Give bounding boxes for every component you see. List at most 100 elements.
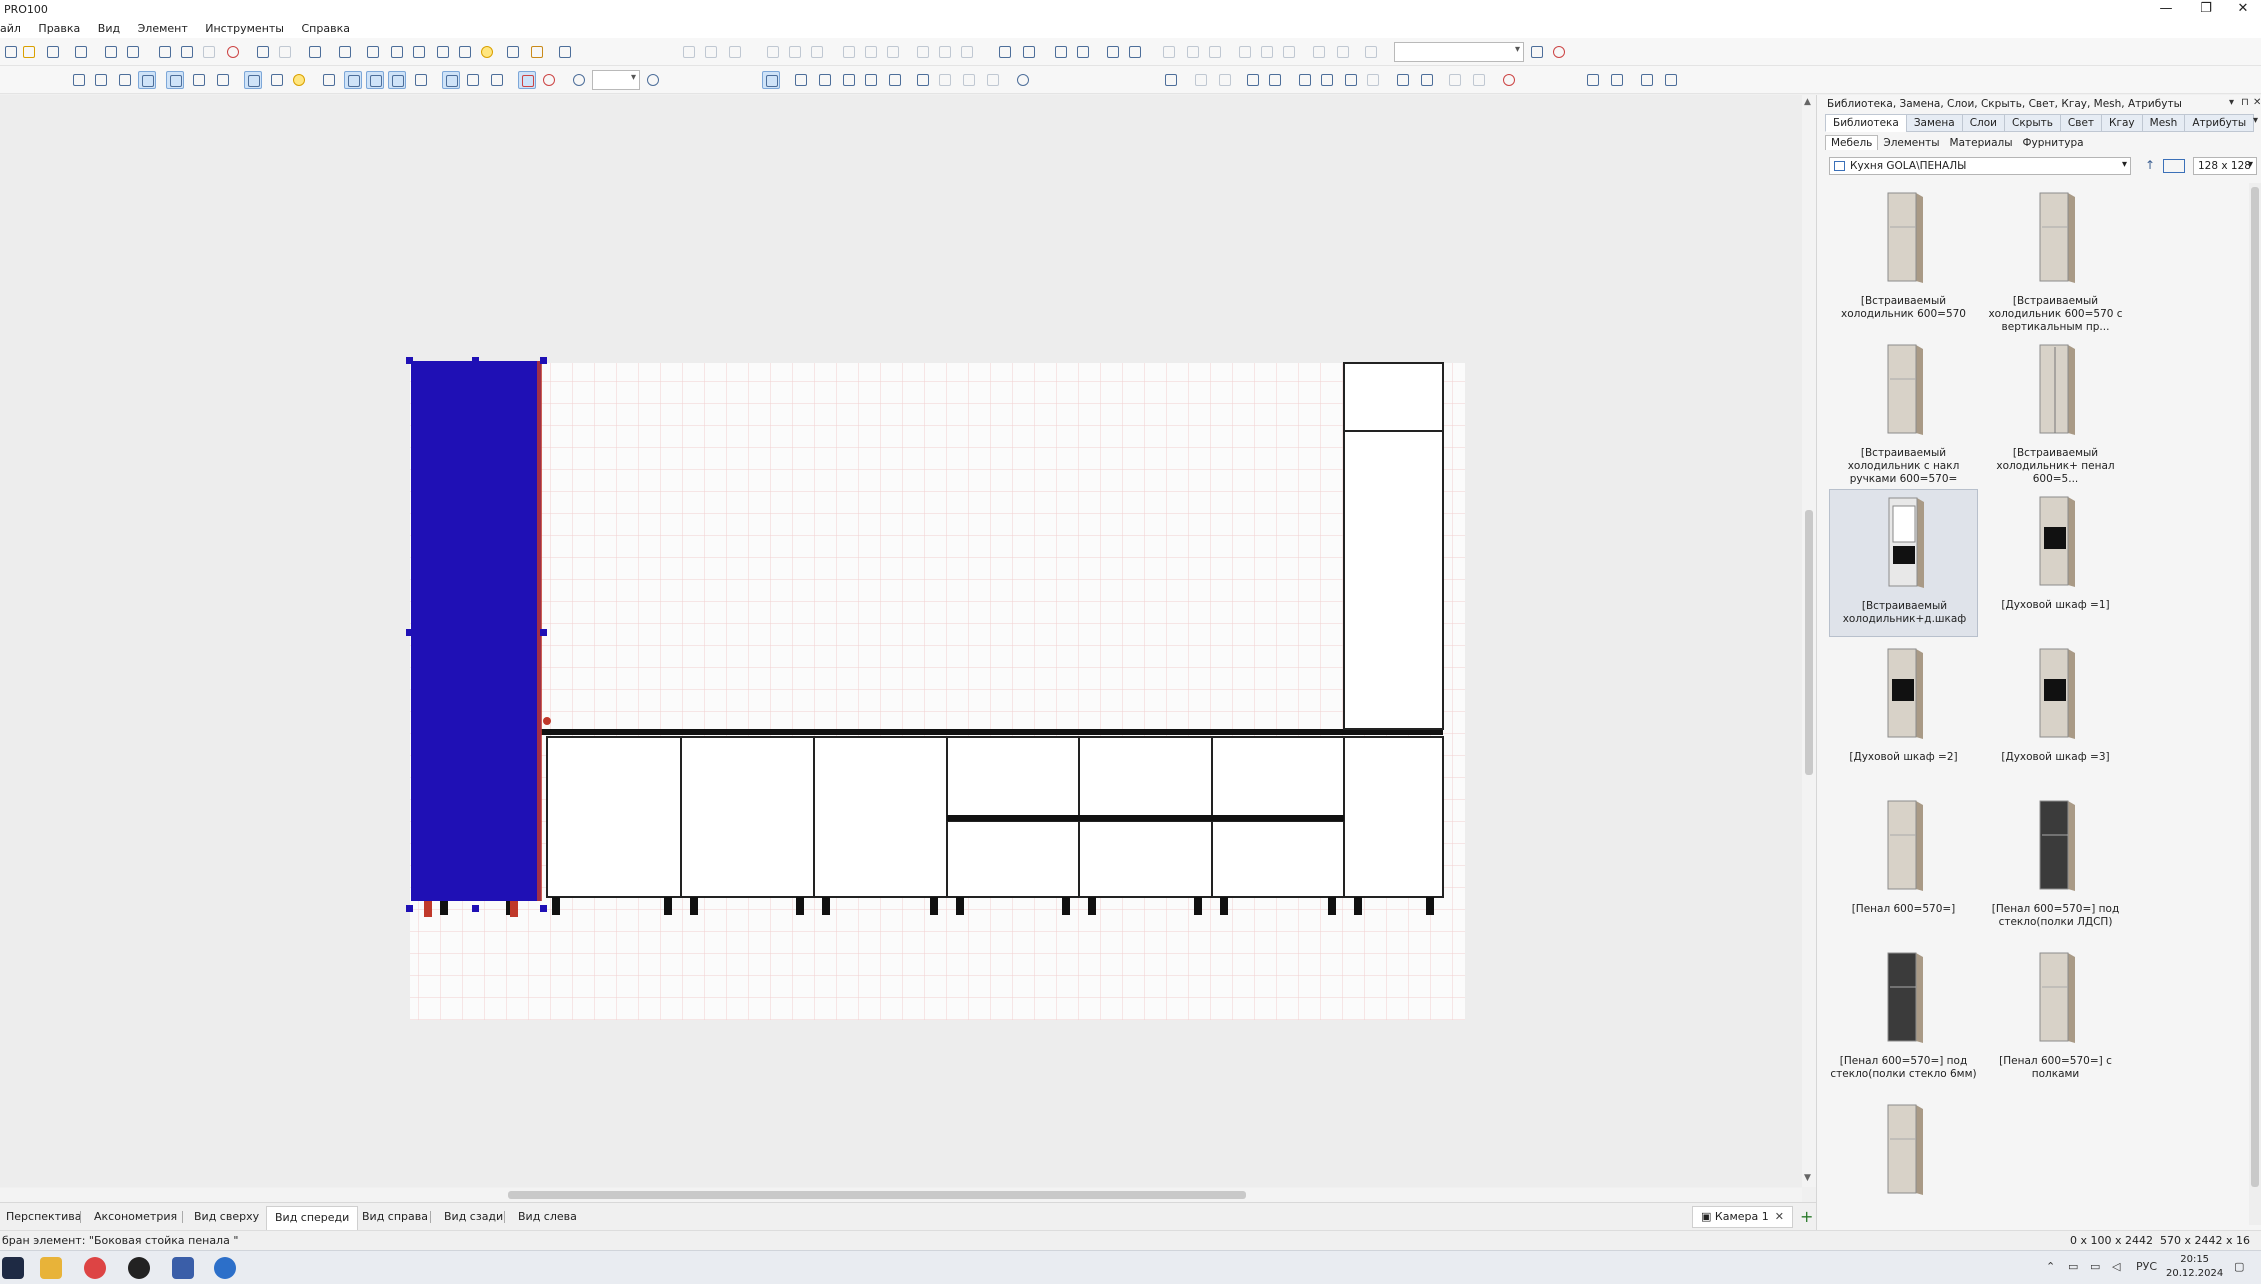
vertical-scroll-thumb[interactable] [1805,510,1813,775]
new-file-icon[interactable] [2,43,20,61]
tab-back[interactable]: Вид сзади [440,1209,507,1224]
view-mode-icon[interactable] [2163,159,2185,173]
mirror-tool-icon[interactable] [1342,71,1360,89]
target-icon[interactable] [1500,71,1518,89]
split-h-icon[interactable] [1584,71,1602,89]
menu-view[interactable]: Вид [91,20,127,37]
drawer-2-bottom[interactable] [1078,820,1213,898]
monitor-icon[interactable]: ▭ [2090,1260,2100,1273]
notifications-icon[interactable]: ▢ [2234,1260,2244,1273]
library-item[interactable]: [Духовой шкаф =1] [1981,489,2130,637]
undo-icon[interactable] [254,43,272,61]
countertop[interactable] [540,729,1443,735]
library-scrollbar[interactable] [2249,183,2261,1225]
tag-icon[interactable] [320,71,338,89]
library-item[interactable]: [Пенал 600=570=] под стекло(полки стекло… [1829,945,1978,1093]
scroll-down-icon[interactable]: ▼ [1804,1173,1811,1183]
tab-library[interactable]: Библиотека [1825,114,1906,132]
canvas-horizontal-scrollbar[interactable] [0,1188,1802,1202]
measure-5-icon[interactable] [886,71,904,89]
open-folder-icon[interactable] [20,43,38,61]
edit-2-icon[interactable] [1216,71,1234,89]
measure-8-icon[interactable] [960,71,978,89]
panel-1-icon[interactable] [1638,71,1656,89]
rotate-l-icon[interactable] [914,43,932,61]
report-icon[interactable] [364,43,382,61]
library-item[interactable]: [Встраиваемый холодильник+ пенал 600=5..… [1981,337,2130,485]
tab-mesh[interactable]: Mesh [2141,114,2185,132]
rotate-ccw-icon[interactable] [1244,71,1262,89]
library-item[interactable]: [Пенал 600=570=] под стекло(полки ЛДСП) [1981,793,2130,941]
measure-1-icon[interactable] [792,71,810,89]
subtab-elements[interactable]: Элементы [1878,136,1944,150]
menu-file[interactable]: айл [0,20,28,37]
drawing-canvas[interactable] [0,95,1802,1187]
panel-pin-icon[interactable]: ⊓ [2241,97,2249,108]
scroll-up-icon[interactable]: ▲ [1804,97,1811,107]
subtab-furniture[interactable]: Мебель [1825,135,1879,150]
dimensions-icon[interactable] [244,71,262,89]
properties-icon[interactable] [336,43,354,61]
move-down-icon[interactable] [1074,43,1092,61]
record-icon[interactable] [540,71,558,89]
zoom-out-icon[interactable] [570,71,588,89]
app-icon[interactable] [128,1257,150,1279]
start-icon[interactable] [2,1257,24,1279]
calc-icon[interactable] [556,43,574,61]
redo-icon[interactable] [276,43,294,61]
move-left-icon[interactable] [996,43,1014,61]
dim-1-icon[interactable] [1160,43,1178,61]
selected-side-panel[interactable] [411,361,541,901]
align-right-icon[interactable] [726,43,744,61]
tab-attributes[interactable]: Атрибуты [2184,114,2255,132]
delete-icon[interactable] [224,43,242,61]
copy-icon[interactable] [178,43,196,61]
tab-replace[interactable]: Замена [1905,114,1962,132]
library-item[interactable]: [Духовой шкаф =2] [1829,641,1978,789]
base-cabinet-last[interactable] [1343,736,1444,898]
drawer-2-top[interactable] [1078,736,1213,818]
dim-4-icon[interactable] [1236,43,1254,61]
dim-5-icon[interactable] [1258,43,1276,61]
library-item[interactable] [1829,1097,1978,1225]
align-bottom-icon[interactable] [884,43,902,61]
horizontal-scroll-thumb[interactable] [508,1191,1246,1199]
tab-front[interactable]: Вид спереди [266,1206,359,1232]
lamp-2-icon[interactable] [1418,71,1436,89]
front-view-drawing[interactable] [0,95,1802,1187]
subtab-materials[interactable]: Материалы [1945,136,2018,150]
measure-2-icon[interactable] [816,71,834,89]
library-item[interactable]: [Пенал 600=570=] с полками [1981,945,2130,1093]
library-item[interactable]: [Духовой шкаф =3] [1981,641,2130,789]
library-item[interactable]: [Встраиваемый холодильник+д.шкаф [1829,489,1978,637]
frame-icon[interactable] [366,71,384,89]
grid-icon[interactable] [388,71,406,89]
zoom-in-icon[interactable] [644,71,662,89]
panel-2-icon[interactable] [1662,71,1680,89]
network-icon[interactable]: ▭ [2068,1260,2078,1273]
snap-icon[interactable] [1104,43,1122,61]
tab-edge[interactable]: Кгау [2101,114,2142,132]
library-path-select[interactable]: Кухня GOLA\ПЕНАЛЫ [1829,157,2131,175]
view-left-icon[interactable] [92,71,110,89]
canvas-vertical-scrollbar[interactable]: ▲ ▼ [1802,95,1816,1187]
subtab-hardware[interactable]: Фурнитура [2018,136,2089,150]
dim-6-icon[interactable] [1280,43,1298,61]
cut-icon[interactable] [156,43,174,61]
print-setup-icon[interactable] [124,43,142,61]
measure-4-icon[interactable] [862,71,880,89]
drawer-3-bottom[interactable] [1211,820,1345,898]
distribute-h-icon[interactable] [764,43,782,61]
thumb-size-select[interactable]: 128 x 128 [2193,157,2257,175]
drawer-1-top[interactable] [946,736,1080,818]
panel-menu-icon[interactable]: ▾ [2229,97,2234,108]
library-item[interactable]: [Встраиваемый холодильник 600=570 с верт… [1981,185,2130,333]
pointer-icon[interactable] [762,71,780,89]
magnet-icon[interactable] [518,71,536,89]
explorer-icon[interactable] [40,1257,62,1279]
tab-hide[interactable]: Скрыть [2003,114,2060,132]
bulb-icon[interactable] [290,71,308,89]
align-left-icon[interactable] [680,43,698,61]
drawer-1-bottom[interactable] [946,820,1080,898]
move-cross-icon[interactable] [1318,71,1336,89]
